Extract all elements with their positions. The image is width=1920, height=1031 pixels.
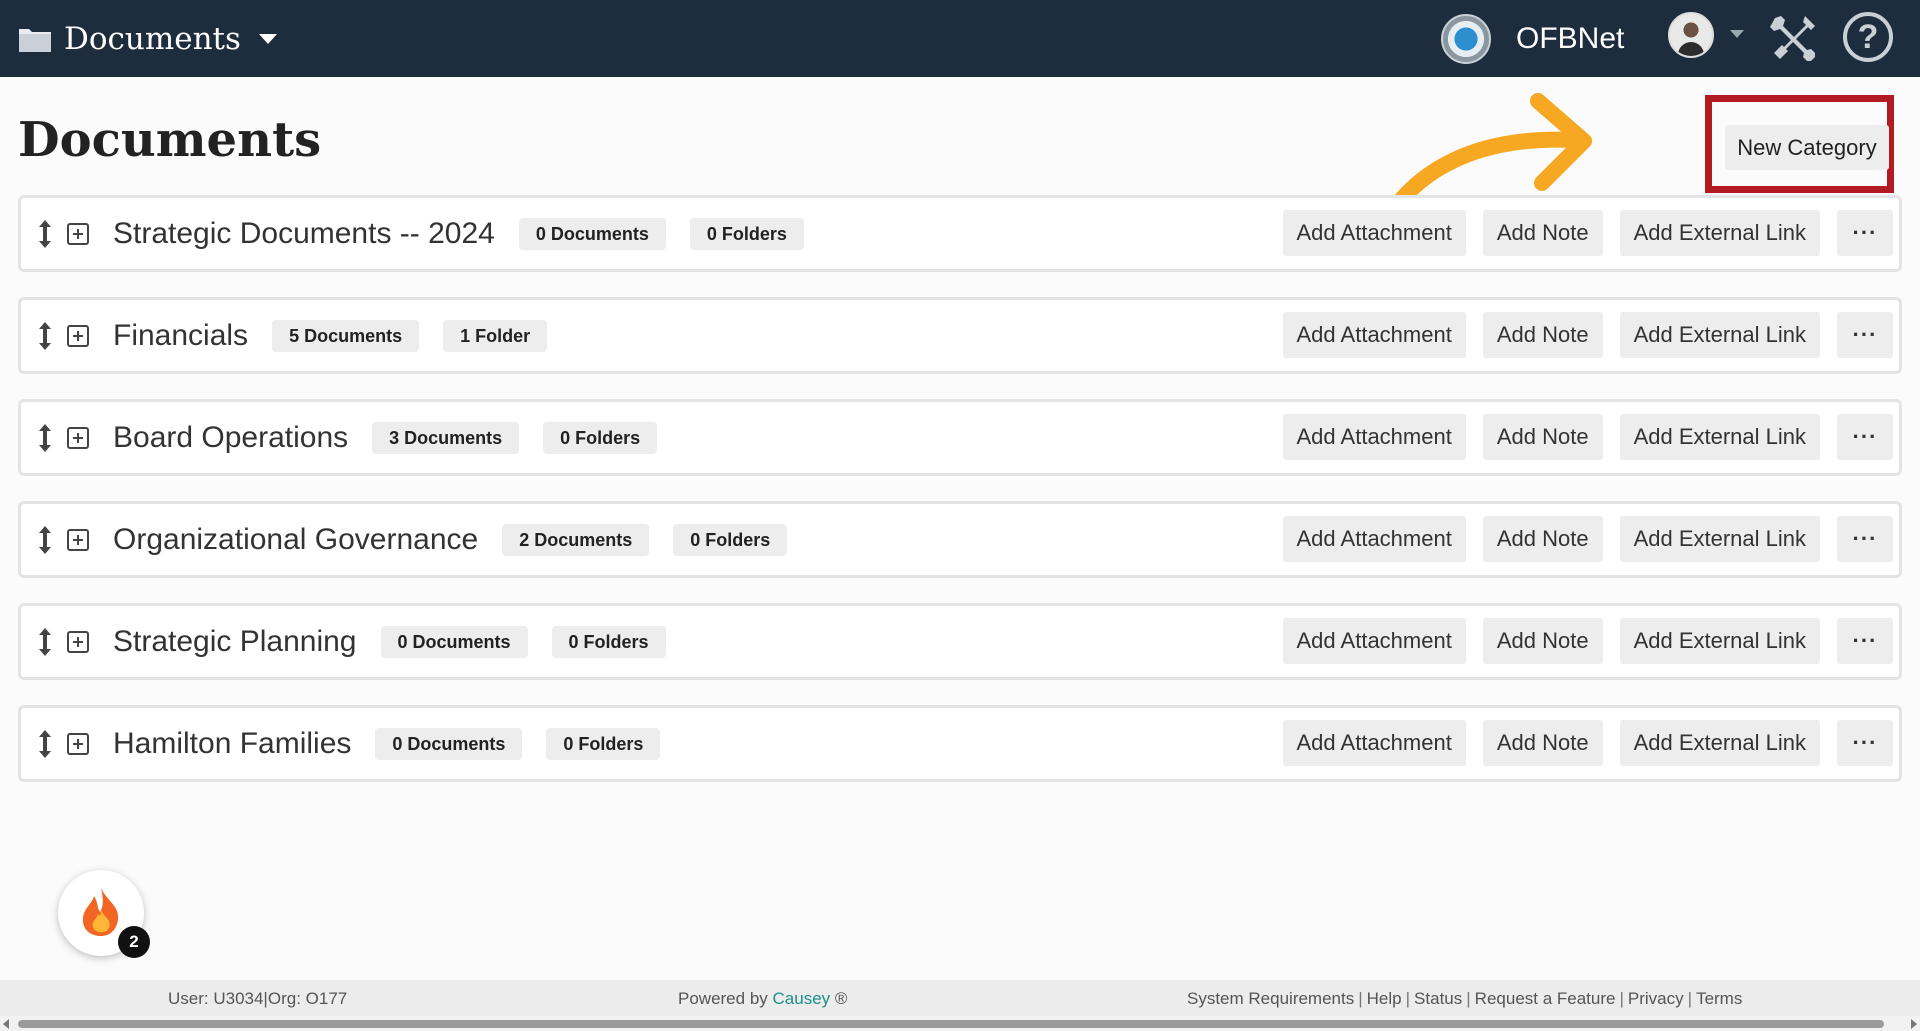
- footer-link[interactable]: Privacy: [1628, 989, 1684, 1008]
- category-row: Financials 5 Documents 1 Folder Add Atta…: [18, 297, 1902, 374]
- documents-count-badge: 0 Documents: [518, 217, 666, 250]
- add-note-button[interactable]: Add Note: [1482, 618, 1603, 664]
- section-switcher[interactable]: Documents: [18, 18, 277, 60]
- category-row: Strategic Documents -- 2024 0 Documents …: [18, 195, 1902, 272]
- tools-icon[interactable]: [1767, 12, 1819, 64]
- folders-count-badge: 0 Folders: [543, 421, 658, 454]
- category-row: Organizational Governance 2 Documents 0 …: [18, 501, 1902, 578]
- more-options-button[interactable]: ···: [1837, 516, 1893, 562]
- footer-links: System Requirements | Help | Status | Request …: [1187, 989, 1742, 1009]
- expand-icon[interactable]: [67, 528, 89, 551]
- scroll-left-icon[interactable]: [3, 1019, 9, 1029]
- scroll-right-icon[interactable]: [1911, 1019, 1917, 1029]
- add-note-button[interactable]: Add Note: [1482, 720, 1603, 766]
- add-external-link-button[interactable]: Add External Link: [1619, 618, 1820, 664]
- avatar-chevron-down-icon[interactable]: [1730, 30, 1744, 38]
- footer-separator: |: [1358, 989, 1363, 1008]
- documents-count-badge: 2 Documents: [502, 523, 650, 556]
- powered-by-label: Powered by: [678, 989, 768, 1008]
- footer-link[interactable]: Terms: [1696, 989, 1742, 1008]
- footer-separator: |: [1405, 989, 1411, 1008]
- horizontal-scrollbar[interactable]: [0, 1016, 1920, 1031]
- footer-link[interactable]: System Requirements: [1187, 989, 1354, 1008]
- registered-mark: ®: [834, 989, 848, 1008]
- add-attachment-button[interactable]: Add Attachment: [1282, 720, 1466, 766]
- footer-separator: |: [1466, 989, 1471, 1008]
- more-options-button[interactable]: ···: [1837, 312, 1893, 358]
- category-name[interactable]: Hamilton Families: [113, 727, 351, 761]
- footer-powered-by: Powered by Causey ®: [678, 989, 847, 1009]
- page-title: Documents: [18, 112, 322, 168]
- org-logo-icon: [1441, 14, 1491, 64]
- expand-icon[interactable]: [67, 630, 89, 653]
- folders-count-badge: 0 Folders: [546, 727, 661, 760]
- add-attachment-button[interactable]: Add Attachment: [1282, 312, 1466, 358]
- add-external-link-button[interactable]: Add External Link: [1619, 312, 1820, 358]
- footer-user-info: User: U3034|Org: O177: [168, 989, 348, 1008]
- category-row: Strategic Planning 0 Documents 0 Folders…: [18, 603, 1902, 680]
- footer: User: U3034|Org: O177 Powered by Causey …: [0, 980, 1920, 1016]
- add-note-button[interactable]: Add Note: [1482, 210, 1603, 256]
- documents-count-badge: 0 Documents: [380, 625, 528, 658]
- more-options-button[interactable]: ···: [1837, 618, 1893, 664]
- category-name[interactable]: Organizational Governance: [113, 523, 478, 557]
- section-title: Documents: [64, 21, 241, 57]
- help-icon[interactable]: ?: [1843, 12, 1893, 62]
- folders-count-badge: 1 Folder: [443, 319, 548, 352]
- more-options-button[interactable]: ···: [1837, 414, 1893, 460]
- notification-count-badge: 2: [118, 926, 150, 958]
- expand-icon[interactable]: [67, 324, 89, 347]
- category-row: Hamilton Families 0 Documents 0 Folders …: [18, 705, 1902, 782]
- add-external-link-button[interactable]: Add External Link: [1619, 516, 1820, 562]
- drag-handle-icon[interactable]: [35, 320, 55, 352]
- add-attachment-button[interactable]: Add Attachment: [1282, 414, 1466, 460]
- drag-handle-icon[interactable]: [35, 728, 55, 760]
- drag-handle-icon[interactable]: [35, 422, 55, 454]
- drag-handle-icon[interactable]: [35, 524, 55, 556]
- documents-count-badge: 3 Documents: [372, 421, 520, 454]
- documents-count-badge: 5 Documents: [272, 319, 420, 352]
- add-note-button[interactable]: Add Note: [1482, 414, 1603, 460]
- chevron-down-icon: [258, 34, 277, 44]
- add-external-link-button[interactable]: Add External Link: [1619, 414, 1820, 460]
- footer-separator: |: [1619, 989, 1624, 1008]
- category-name[interactable]: Financials: [113, 319, 248, 353]
- add-note-button[interactable]: Add Note: [1482, 516, 1603, 562]
- footer-link[interactable]: Request a Feature: [1475, 989, 1616, 1008]
- folders-count-badge: 0 Folders: [551, 625, 666, 658]
- expand-icon[interactable]: [67, 426, 89, 449]
- category-name[interactable]: Board Operations: [113, 421, 348, 455]
- expand-icon[interactable]: [67, 222, 89, 245]
- drag-handle-icon[interactable]: [35, 626, 55, 658]
- more-options-button[interactable]: ···: [1837, 720, 1893, 766]
- fire-icon: [82, 888, 119, 936]
- footer-link[interactable]: Status: [1414, 989, 1462, 1008]
- add-attachment-button[interactable]: Add Attachment: [1282, 618, 1466, 664]
- new-category-button[interactable]: New Category: [1725, 125, 1889, 170]
- category-name[interactable]: Strategic Documents -- 2024: [113, 217, 495, 251]
- footer-separator: |: [1687, 989, 1693, 1008]
- add-note-button[interactable]: Add Note: [1482, 312, 1603, 358]
- avatar[interactable]: [1668, 12, 1714, 58]
- add-external-link-button[interactable]: Add External Link: [1619, 210, 1820, 256]
- top-navbar: Documents OFBNet ?: [0, 0, 1920, 77]
- footer-link[interactable]: Help: [1367, 989, 1402, 1008]
- scrollbar-thumb[interactable]: [18, 1020, 1884, 1028]
- category-name[interactable]: Strategic Planning: [113, 625, 357, 659]
- category-list: Strategic Documents -- 2024 0 Documents …: [18, 195, 1902, 807]
- more-options-button[interactable]: ···: [1837, 210, 1893, 256]
- expand-icon[interactable]: [67, 732, 89, 755]
- add-external-link-button[interactable]: Add External Link: [1619, 720, 1820, 766]
- folders-count-badge: 0 Folders: [689, 217, 804, 250]
- org-name: OFBNet: [1516, 22, 1625, 55]
- brand-link[interactable]: Causey: [773, 989, 831, 1008]
- folder-icon: [18, 25, 52, 53]
- add-attachment-button[interactable]: Add Attachment: [1282, 210, 1466, 256]
- category-row: Board Operations 3 Documents 0 Folders A…: [18, 399, 1902, 476]
- drag-handle-icon[interactable]: [35, 218, 55, 250]
- documents-count-badge: 0 Documents: [375, 727, 523, 760]
- add-attachment-button[interactable]: Add Attachment: [1282, 516, 1466, 562]
- folders-count-badge: 0 Folders: [673, 523, 788, 556]
